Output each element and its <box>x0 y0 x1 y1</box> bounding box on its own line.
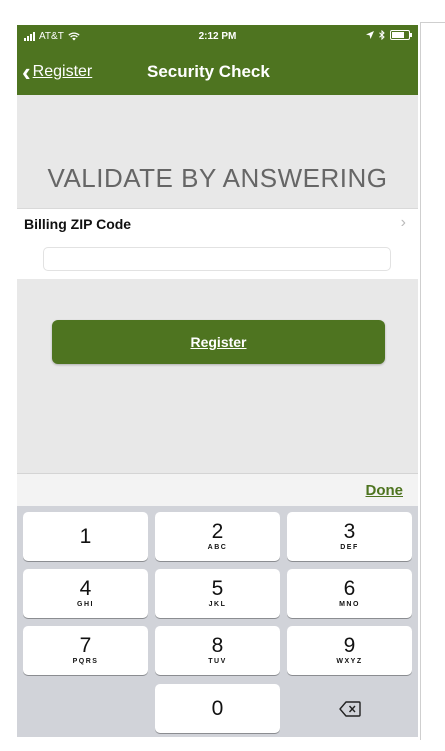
key-digit: 1 <box>79 525 92 548</box>
delete-key[interactable] <box>287 684 412 733</box>
billing-zip-label: Billing ZIP Code <box>24 216 132 232</box>
numeric-keypad: 1 2 ABC 3 DEF 4 GHI 5 JKL 6 MNO 7 PQRS 8… <box>17 506 418 737</box>
key-digit: 7 <box>79 634 92 657</box>
page-divider-right <box>420 22 421 740</box>
key-digit: 5 <box>211 577 224 600</box>
backspace-icon <box>338 700 361 717</box>
chevron-left-icon: ‹ <box>22 57 31 87</box>
billing-zip-input[interactable] <box>43 247 391 271</box>
register-button[interactable]: Register <box>52 320 385 364</box>
key-digit: 2 <box>211 520 224 543</box>
key-digit: 3 <box>343 520 356 543</box>
key-digit: 8 <box>211 634 224 657</box>
bluetooth-icon <box>379 30 385 40</box>
key-digit: 4 <box>79 577 92 600</box>
key-5[interactable]: 5 JKL <box>155 569 280 618</box>
key-4[interactable]: 4 GHI <box>23 569 148 618</box>
zip-input-wrapper <box>17 239 418 279</box>
battery-icon <box>390 30 412 40</box>
key-digit: 9 <box>343 634 356 657</box>
location-icon <box>366 31 374 39</box>
key-letters: GHI <box>77 601 94 608</box>
phone-screen: AT&T 2:12 PM ‹ Register Security Check V… <box>17 25 418 737</box>
key-letters: WXYZ <box>336 658 363 665</box>
key-letters: ABC <box>207 544 228 551</box>
key-9[interactable]: 9 WXYZ <box>287 626 412 675</box>
key-letters: PQRS <box>72 658 99 665</box>
key-letters: JKL <box>208 601 227 608</box>
key-digit: 6 <box>343 577 356 600</box>
key-2[interactable]: 2 ABC <box>155 512 280 561</box>
billing-zip-row[interactable]: Billing ZIP Code › <box>17 208 418 240</box>
key-7[interactable]: 7 PQRS <box>23 626 148 675</box>
back-button[interactable]: ‹ Register <box>22 57 93 87</box>
key-letters: TUV <box>208 658 227 665</box>
chevron-right-icon: › <box>400 214 406 231</box>
page-divider-top <box>420 22 445 23</box>
back-label: Register <box>32 63 93 80</box>
page-title: Security Check <box>147 62 270 81</box>
key-3[interactable]: 3 DEF <box>287 512 412 561</box>
keyboard-toolbar: Done <box>17 473 418 506</box>
key-letters: DEF <box>340 544 359 551</box>
key-digit: 0 <box>211 697 224 720</box>
key-8[interactable]: 8 TUV <box>155 626 280 675</box>
done-button[interactable]: Done <box>366 482 404 499</box>
key-letters: MNO <box>339 601 360 608</box>
app-header: AT&T 2:12 PM ‹ Register Security Check <box>17 25 418 95</box>
key-6[interactable]: 6 MNO <box>287 569 412 618</box>
status-right <box>366 30 412 40</box>
key-0[interactable]: 0 <box>155 684 280 733</box>
key-1[interactable]: 1 <box>23 512 148 561</box>
section-title: VALIDATE BY ANSWERING <box>47 163 388 193</box>
status-bar: AT&T 2:12 PM <box>17 25 418 49</box>
status-time: 2:12 PM <box>198 31 237 42</box>
